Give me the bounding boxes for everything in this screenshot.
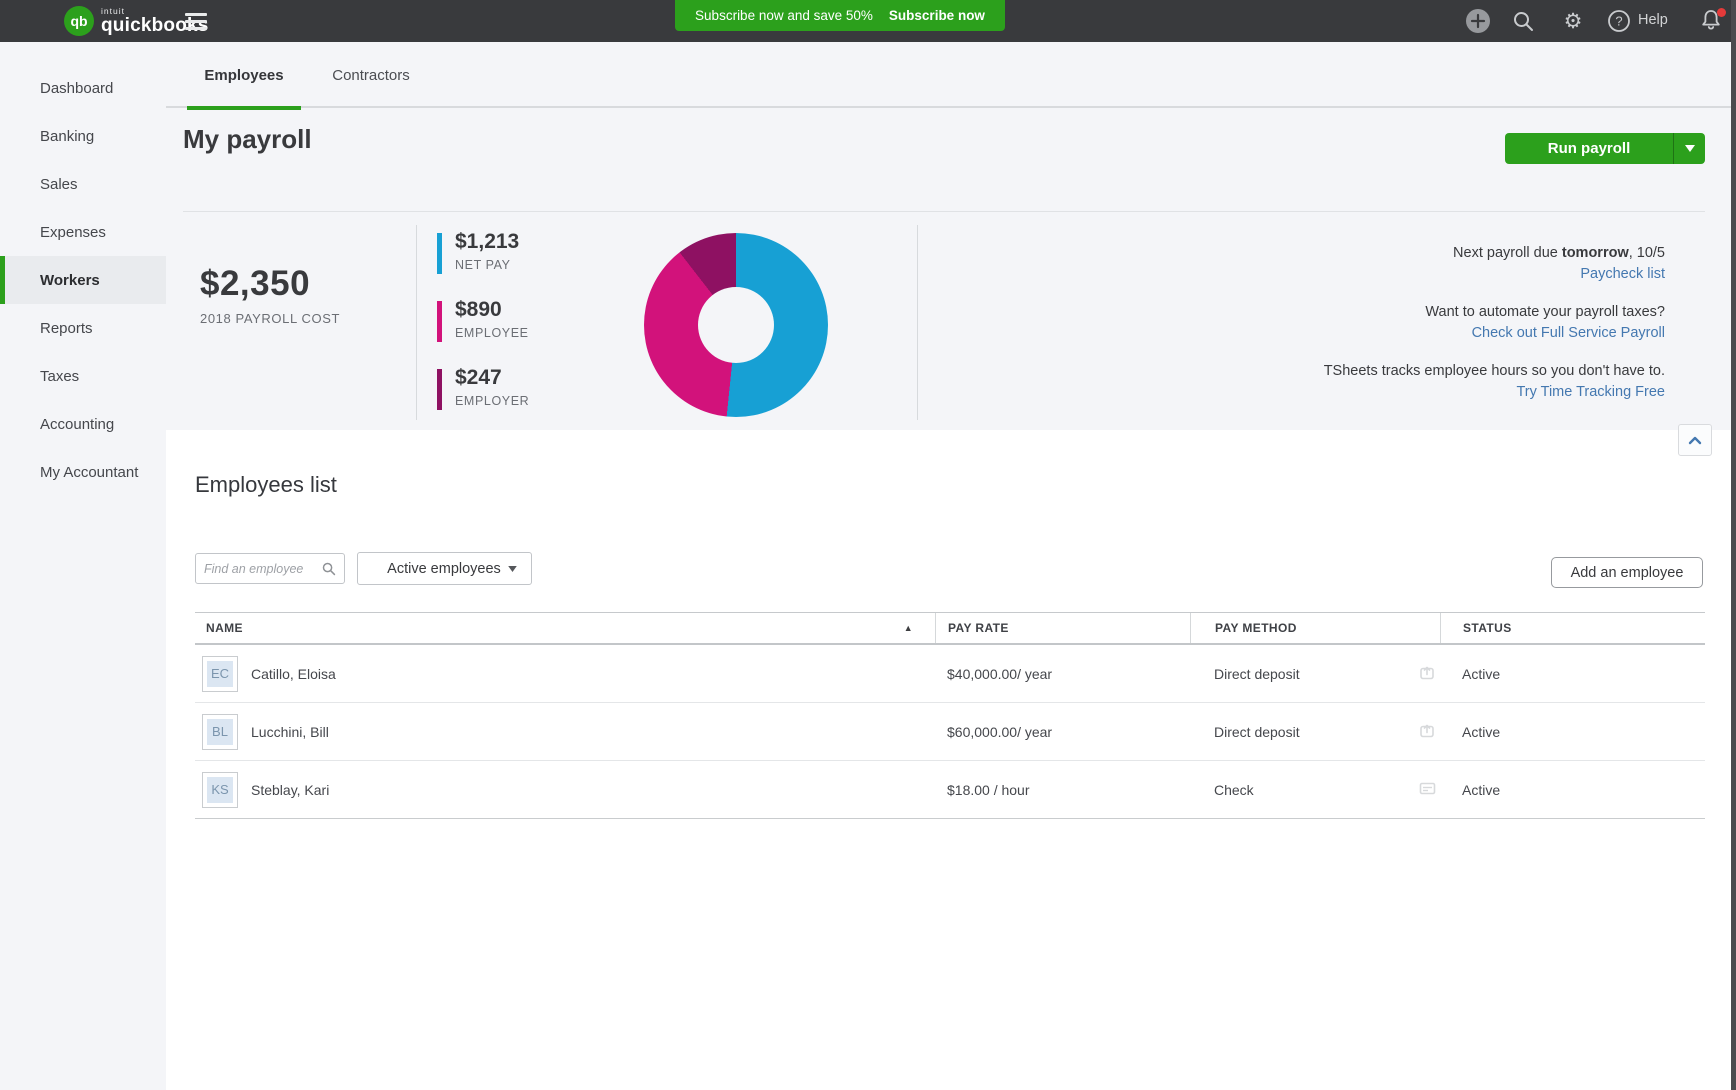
header-divider: [183, 211, 1705, 212]
notification-badge: [1717, 8, 1726, 17]
table-header-row: NAME ▲ PAY RATE PAY METHOD STATUS: [195, 612, 1705, 645]
employee-name[interactable]: Catillo, Eloisa: [251, 666, 336, 682]
column-header-pay-rate[interactable]: PAY RATE: [935, 613, 1190, 643]
tsheets-text: TSheets tracks employee hours so you don…: [1324, 363, 1665, 379]
sidebar-item-reports[interactable]: Reports: [0, 304, 166, 352]
table-row[interactable]: EC Catillo, Eloisa $40,000.00/ year Dire…: [195, 645, 1705, 703]
left-sidebar: DashboardBankingSalesExpensesWorkersRepo…: [0, 42, 166, 1090]
legend-item-employee: $890 EMPLOYEE: [437, 298, 529, 342]
legend-item-employer: $247 EMPLOYER: [437, 366, 529, 410]
status-value: Active: [1462, 782, 1500, 798]
direct-deposit-icon: [1419, 664, 1436, 683]
payroll-cost-value: $2,350: [200, 264, 340, 304]
pay-method-value: Check: [1214, 782, 1254, 798]
top-navbar: qb intuit quickbooks Subscribe now and s…: [0, 0, 1736, 42]
banner-text: Subscribe now and save 50%: [695, 8, 873, 23]
time-tracking-link[interactable]: Try Time Tracking Free: [1324, 384, 1665, 400]
avatar: KS: [202, 772, 238, 808]
column-header-pay-method[interactable]: PAY METHOD: [1190, 613, 1440, 643]
status-value: Active: [1462, 724, 1500, 740]
payroll-legend: $1,213 NET PAY $890 EMPLOYEE $247 EMPLOYER: [437, 230, 529, 434]
sidebar-item-banking[interactable]: Banking: [0, 112, 166, 160]
collapse-summary-button[interactable]: [1678, 424, 1712, 456]
pay-rate-value: $18.00 / hour: [947, 782, 1030, 798]
sidebar-item-workers[interactable]: Workers: [0, 256, 166, 304]
paycheck-list-link[interactable]: Paycheck list: [1324, 266, 1665, 282]
add-employee-button[interactable]: Add an employee: [1551, 557, 1703, 588]
employee-name[interactable]: Steblay, Kari: [251, 782, 329, 798]
full-service-payroll-link[interactable]: Check out Full Service Payroll: [1324, 325, 1665, 341]
payroll-cost-label: 2018 PAYROLL COST: [200, 311, 340, 326]
avatar: BL: [202, 714, 238, 750]
help-label[interactable]: Help: [1638, 12, 1668, 28]
pay-method-value: Direct deposit: [1214, 724, 1300, 740]
check-icon: [1419, 781, 1436, 798]
run-payroll-button[interactable]: Run payroll: [1505, 133, 1705, 164]
subscribe-now-button[interactable]: Subscribe now: [889, 8, 985, 23]
legend-label: EMPLOYER: [455, 394, 529, 408]
sidebar-item-dashboard[interactable]: Dashboard: [0, 64, 166, 112]
legend-item-net-pay: $1,213 NET PAY: [437, 230, 529, 274]
next-payroll-due: Next payroll due tomorrow, 10/5: [1324, 245, 1665, 261]
tab-bar: Employees Contractors: [166, 42, 1736, 108]
qb-logo-icon: qb: [64, 6, 94, 36]
page-title: My payroll: [183, 124, 312, 155]
subscribe-banner[interactable]: Subscribe now and save 50% Subscribe now: [675, 0, 1005, 31]
legend-value: $1,213: [455, 230, 519, 254]
sidebar-item-accounting[interactable]: Accounting: [0, 400, 166, 448]
tab-contractors[interactable]: Contractors: [316, 42, 426, 108]
legend-value: $247: [455, 366, 529, 390]
dropdown-caret-icon: [508, 566, 517, 572]
create-plus-icon[interactable]: [1465, 8, 1491, 34]
automate-taxes-text: Want to automate your payroll taxes?: [1324, 304, 1665, 320]
table-row[interactable]: KS Steblay, Kari $18.00 / hour Check Act…: [195, 761, 1705, 819]
employee-search-input[interactable]: [204, 562, 321, 576]
run-payroll-dropdown-caret-icon[interactable]: [1674, 133, 1705, 164]
search-icon[interactable]: [1510, 8, 1536, 34]
hamburger-menu-icon[interactable]: [185, 13, 207, 34]
avatar: EC: [202, 656, 238, 692]
sidebar-item-sales[interactable]: Sales: [0, 160, 166, 208]
column-header-status[interactable]: STATUS: [1440, 613, 1705, 643]
gear-icon[interactable]: ⚙: [1560, 8, 1586, 34]
pay-method-value: Direct deposit: [1214, 666, 1300, 682]
employee-filter-value: Active employees: [380, 561, 508, 577]
legend-color-bar: [437, 369, 442, 410]
run-payroll-label[interactable]: Run payroll: [1505, 133, 1674, 164]
vertical-scrollbar[interactable]: [1731, 0, 1736, 1090]
payroll-donut-chart: [644, 233, 828, 417]
sidebar-item-expenses[interactable]: Expenses: [0, 208, 166, 256]
legend-color-bar: [437, 301, 442, 342]
legend-label: NET PAY: [455, 258, 519, 272]
sidebar-item-taxes[interactable]: Taxes: [0, 352, 166, 400]
search-input-icon: [321, 561, 336, 576]
sidebar-item-my-accountant[interactable]: My Accountant: [0, 448, 166, 496]
main-content: Employees Contractors My payroll Run pay…: [166, 42, 1736, 1090]
legend-label: EMPLOYEE: [455, 326, 529, 340]
table-row[interactable]: BL Lucchini, Bill $60,000.00/ year Direc…: [195, 703, 1705, 761]
status-value: Active: [1462, 666, 1500, 682]
svg-text:?: ?: [1615, 14, 1622, 29]
column-header-name[interactable]: NAME ▲: [195, 613, 935, 643]
vertical-divider: [917, 225, 918, 420]
employee-name[interactable]: Lucchini, Bill: [251, 724, 329, 740]
pay-rate-value: $40,000.00/ year: [947, 666, 1052, 682]
tab-employees[interactable]: Employees: [187, 42, 301, 108]
employee-filter-dropdown[interactable]: Active employees: [357, 552, 532, 585]
direct-deposit-icon: [1419, 722, 1436, 741]
employee-search-box[interactable]: [195, 553, 345, 584]
employees-list-section: Employees list Active employees Add an e…: [166, 430, 1736, 1090]
chevron-up-icon: [1688, 436, 1702, 445]
employees-list-heading: Employees list: [195, 472, 337, 498]
employees-table: NAME ▲ PAY RATE PAY METHOD STATUS EC Cat…: [195, 612, 1705, 819]
payroll-cost-stat: $2,350 2018 PAYROLL COST: [200, 264, 340, 326]
pay-rate-value: $60,000.00/ year: [947, 724, 1052, 740]
payroll-notices: Next payroll due tomorrow, 10/5 Paycheck…: [1324, 245, 1665, 405]
vertical-divider: [416, 225, 417, 420]
donut-hole: [698, 287, 774, 363]
sort-ascending-icon[interactable]: ▲: [904, 623, 913, 633]
legend-color-bar: [437, 233, 442, 274]
legend-value: $890: [455, 298, 529, 322]
help-icon[interactable]: ?: [1606, 8, 1632, 34]
